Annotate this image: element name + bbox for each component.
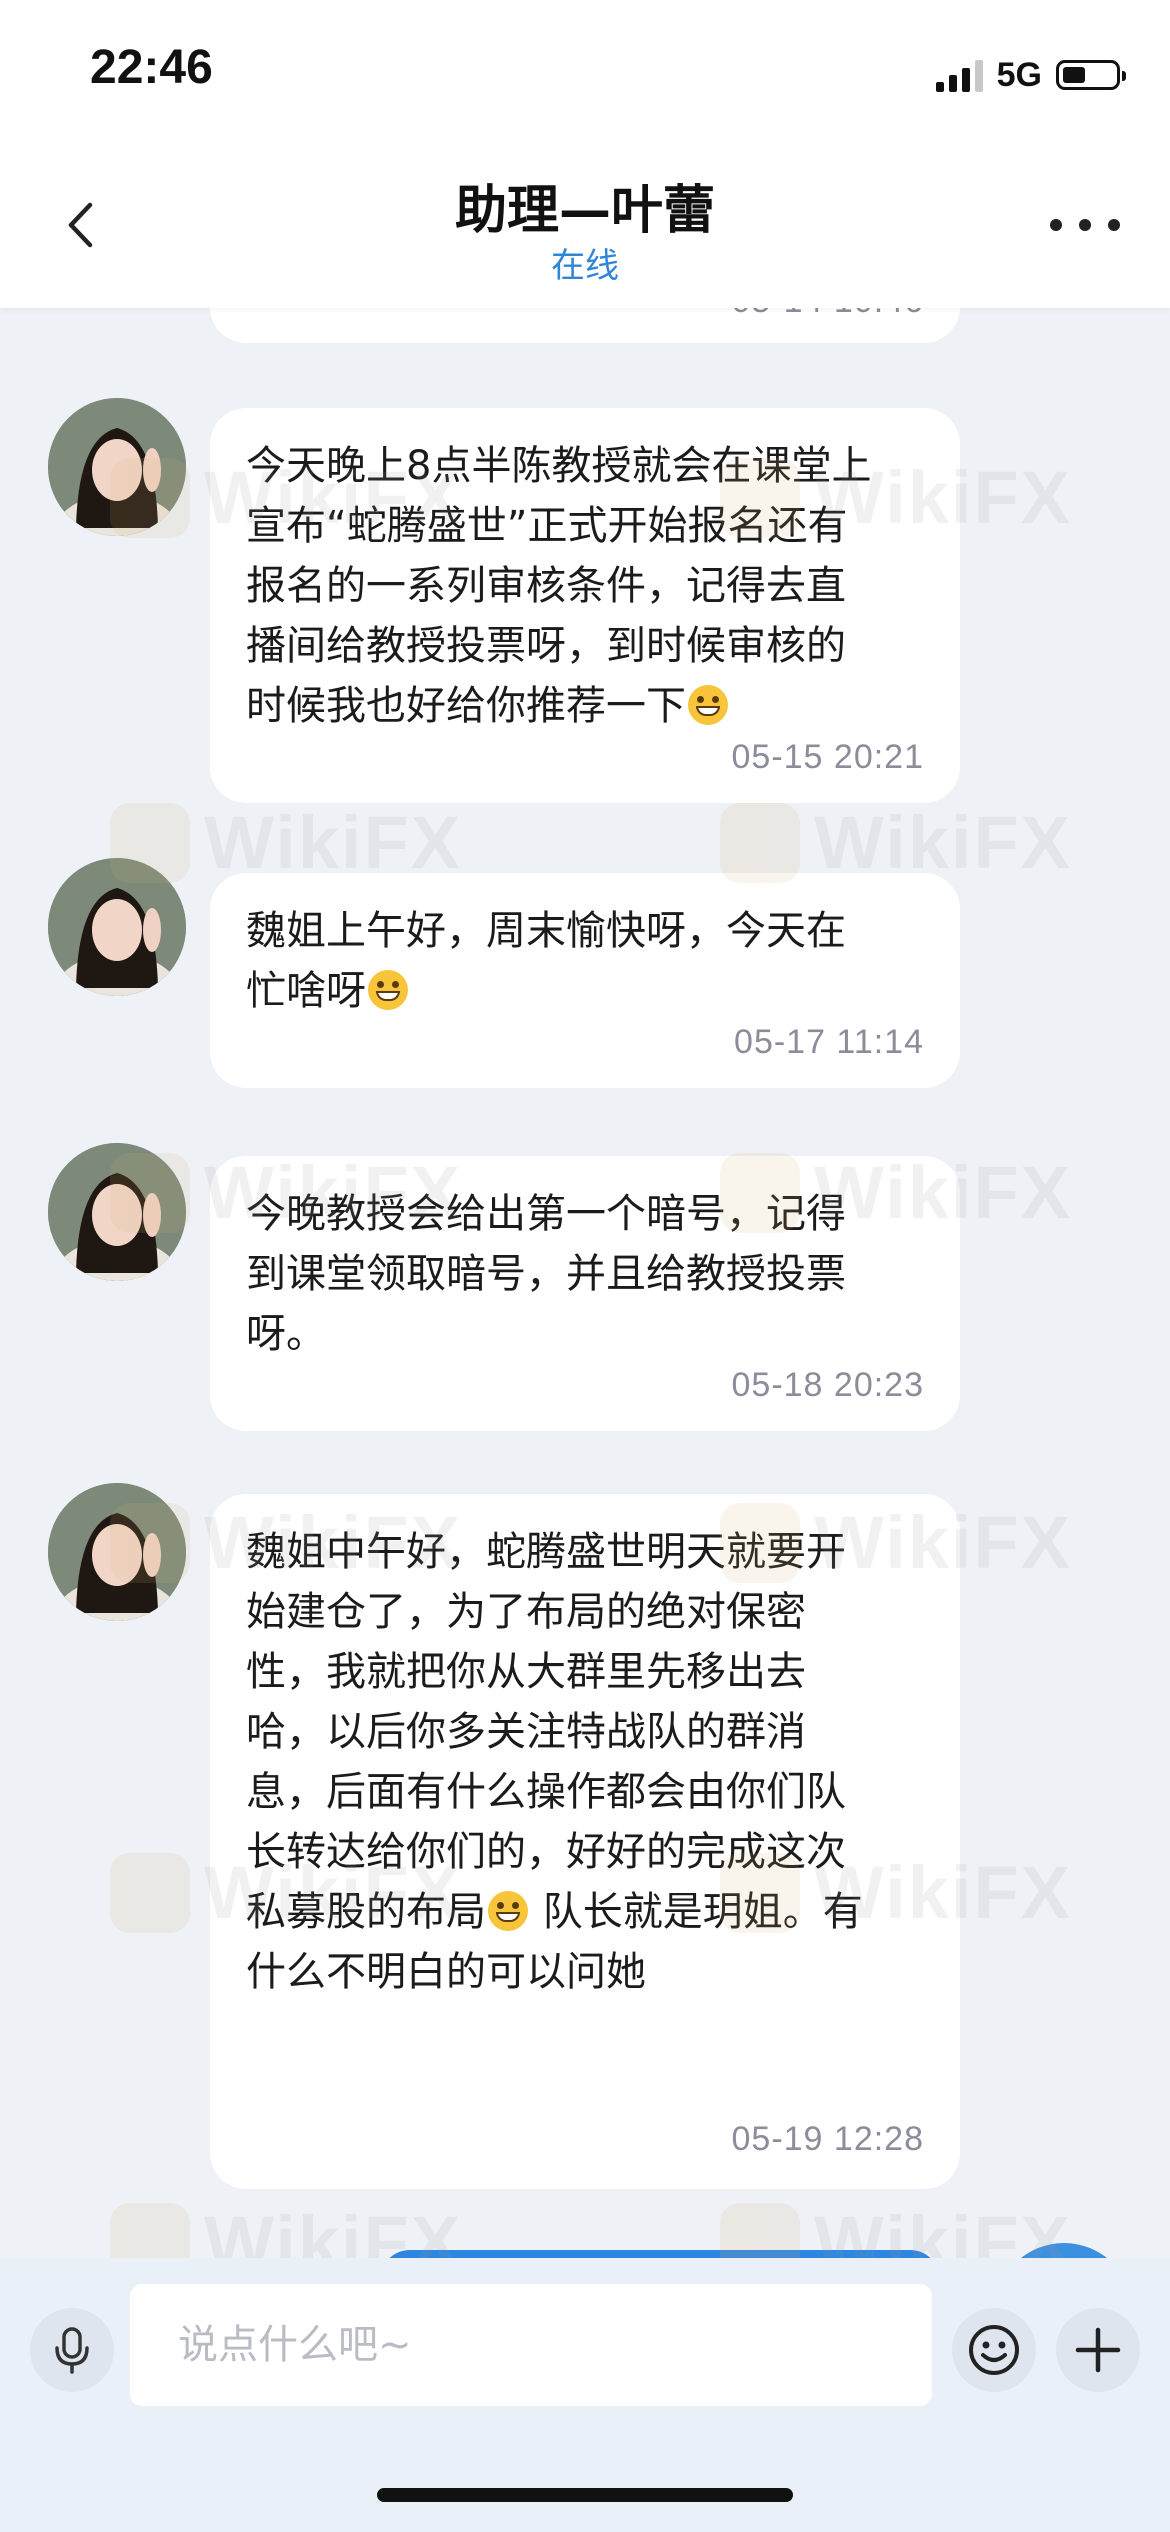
avatar[interactable] [48, 1483, 186, 1621]
message-text: 魏姐中午好，蛇腾盛世明天就要开 始建仓了，为了布局的绝对保密 性，我就把你从大群… [246, 1522, 924, 2002]
message-line: 报名的一系列审核条件，记得去直 [246, 563, 846, 609]
grinning-face-icon [488, 1891, 528, 1931]
message-time: 05-19 12:28 [731, 2120, 924, 2158]
avatar [995, 2243, 1133, 2258]
message-bubble-previous: 05-14 10:46 [210, 308, 960, 343]
message-segment: 忙啥呀 [246, 968, 366, 1014]
home-indicator[interactable] [377, 2488, 793, 2502]
message-line: 时候我也好给你推荐一下 [246, 676, 924, 736]
network-type: 5G [996, 55, 1042, 94]
avatar[interactable] [48, 858, 186, 996]
message-time: 05-14 10:46 [246, 308, 924, 321]
chat-screen: 05-14 10:46 今天晚上8点半陈教授就会在课堂上 宣布“蛇腾盛世”正式开… [0, 0, 1170, 2532]
microphone-icon[interactable] [30, 2308, 114, 2392]
message-segment: 时候我也好给你推荐一下 [246, 683, 686, 729]
message-line: 今天晚上8点半陈教授就会在课堂上 [246, 443, 872, 489]
message-line: 呀。 [246, 1311, 326, 1357]
message-time: 05-18 20:23 [731, 1366, 924, 1404]
message-feed[interactable]: 05-14 10:46 今天晚上8点半陈教授就会在课堂上 宣布“蛇腾盛世”正式开… [0, 308, 1170, 2258]
message-time: 05-17 11:14 [734, 1023, 924, 1061]
online-status: 在线 [551, 246, 619, 286]
message-line: 息，后面有什么操作都会由你们队 [246, 1769, 846, 1815]
message-line: 什么不明白的可以问她 [246, 1949, 646, 1995]
message-line: 长转达给你们的，好好的完成这次 [246, 1829, 846, 1875]
message-line: 到课堂领取暗号，并且给教授投票 [246, 1251, 846, 1297]
message-line: 宣布“蛇腾盛世”正式开始报名还有 [246, 503, 848, 549]
message-line: 性，我就把你从大群里先移出去 [246, 1649, 806, 1695]
message-segment: 私募股的布局 [246, 1889, 486, 1935]
avatar[interactable] [48, 398, 186, 536]
signal-icon [935, 58, 983, 92]
message-text: 今天晚上8点半陈教授就会在课堂上 宣布“蛇腾盛世”正式开始报名还有 报名的一系列… [246, 436, 924, 736]
message-bubble: 今天晚上8点半陈教授就会在课堂上 宣布“蛇腾盛世”正式开始报名还有 报名的一系列… [210, 408, 960, 803]
message-input[interactable] [130, 2284, 932, 2406]
outgoing-bubble-partial [380, 2250, 940, 2258]
message-line: 今晚教授会给出第一个暗号，记得 [246, 1191, 846, 1237]
grinning-face-icon [368, 970, 408, 1010]
message-text: 魏姐上午好，周末愉快呀，今天在 忙啥呀 [246, 901, 924, 1021]
page-title: 助理—叶蕾 [454, 181, 715, 241]
message-segment: 队长就是玥姐。有 [530, 1889, 863, 1935]
message-bubble: 魏姐中午好，蛇腾盛世明天就要开 始建仓了，为了布局的绝对保密 性，我就把你从大群… [210, 1494, 960, 2189]
message-bubble: 今晚教授会给出第一个暗号，记得 到课堂领取暗号，并且给教授投票 呀。 05-18… [210, 1156, 960, 1431]
message-bubble: 魏姐上午好，周末愉快呀，今天在 忙啥呀 05-17 11:14 [210, 873, 960, 1088]
message-line: 私募股的布局 队长就是玥姐。有 [246, 1882, 924, 1942]
message-line: 忙啥呀 [246, 961, 924, 1021]
emoji-smile-icon[interactable] [952, 2308, 1036, 2392]
message-time: 05-15 20:21 [731, 738, 924, 776]
message-line: 播间给教授投票呀，到时候审核的 [246, 623, 846, 669]
message-line: 魏姐上午好，周末愉快呀，今天在 [246, 908, 846, 954]
status-time: 22:46 [90, 41, 213, 94]
message-line: 哈，以后你多关注特战队的群消 [246, 1709, 806, 1755]
message-text: 今晚教授会给出第一个暗号，记得 到课堂领取暗号，并且给教授投票 呀。 [246, 1184, 924, 1364]
more-dots-icon[interactable] [1050, 200, 1120, 250]
plus-icon[interactable] [1056, 2308, 1140, 2392]
message-line: 始建仓了，为了布局的绝对保密 [246, 1589, 806, 1635]
top-bar: 22:46 5G 助理—叶蕾 在线 [0, 0, 1170, 308]
grinning-face-icon [688, 685, 728, 725]
battery-icon [1056, 60, 1126, 90]
avatar[interactable] [48, 1143, 186, 1281]
message-line: 魏姐中午好，蛇腾盛世明天就要开 [246, 1529, 846, 1575]
status-indicators: 5G [935, 50, 1126, 100]
